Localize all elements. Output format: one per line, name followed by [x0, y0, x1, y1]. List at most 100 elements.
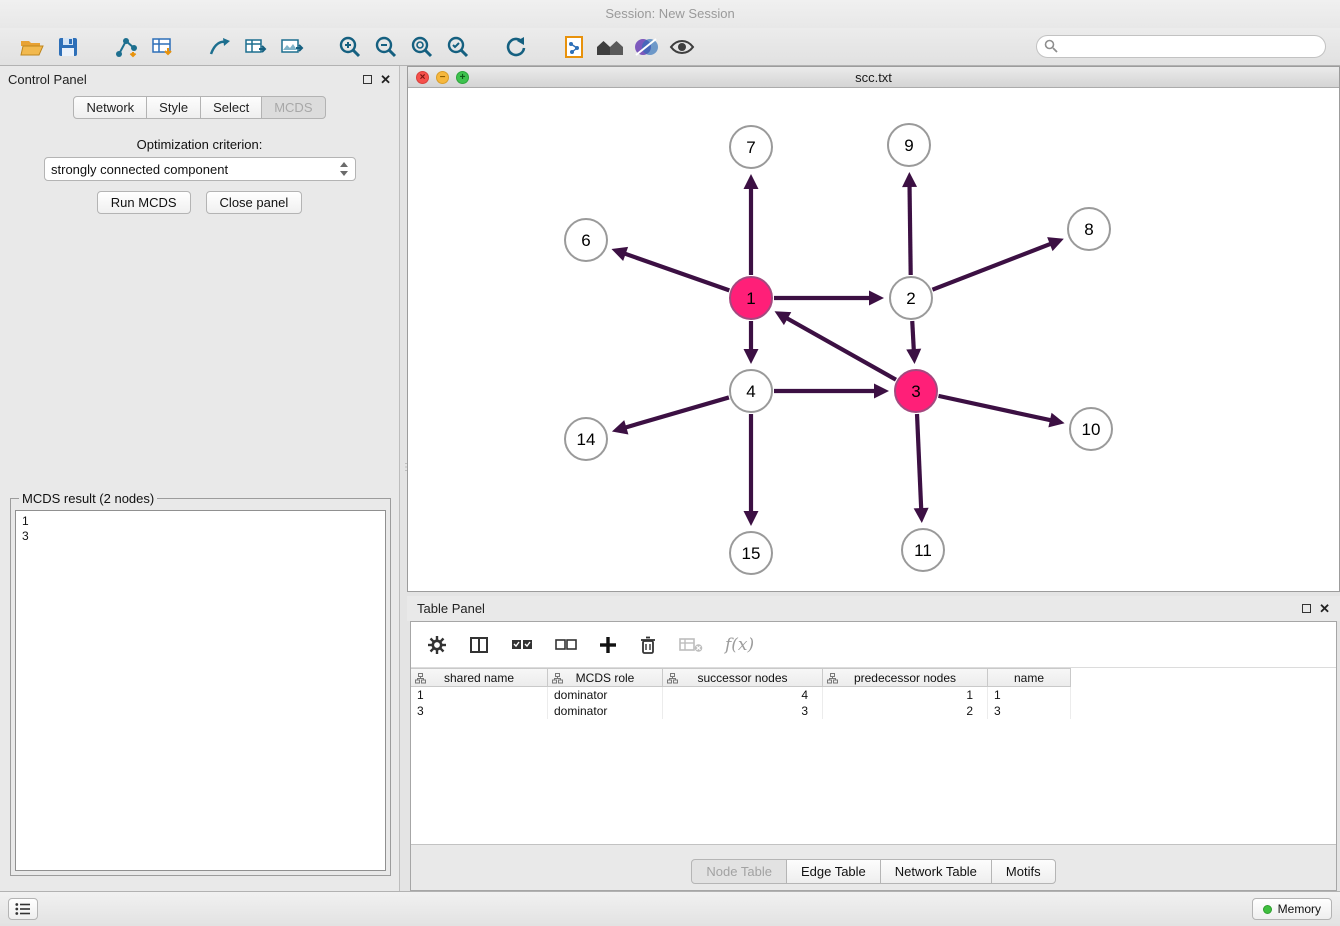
graph-edge-arrowhead: [744, 511, 759, 526]
criterion-dropdown[interactable]: strongly connected component: [44, 157, 356, 181]
unchecked-boxes-icon: [555, 638, 577, 652]
panel-splitter[interactable]: [400, 66, 407, 891]
graph-edge-3-10[interactable]: [938, 396, 1052, 421]
table-row[interactable]: 1 dominator 4 1 1: [411, 687, 1336, 703]
columns-icon: [469, 635, 489, 655]
zoom-in-button[interactable]: [332, 31, 368, 63]
import-table-button[interactable]: [144, 31, 180, 63]
save-session-button[interactable]: [50, 31, 86, 63]
venn-filter-button[interactable]: [628, 31, 664, 63]
graph-node-label: 7: [746, 138, 755, 157]
tab-motifs[interactable]: Motifs: [991, 859, 1056, 884]
zoom-out-button[interactable]: [368, 31, 404, 63]
deselect-all-columns-button[interactable]: [555, 630, 577, 660]
graph-node-label: 1: [746, 289, 755, 308]
float-panel-icon[interactable]: [363, 75, 372, 84]
zoom-fit-button[interactable]: [404, 31, 440, 63]
graph-edge-2-3[interactable]: [912, 321, 914, 352]
cell-successor-nodes: 4: [663, 687, 823, 703]
control-panel-tabs: Network Style Select MCDS: [0, 96, 399, 119]
share-arrow-icon: [207, 35, 233, 59]
new-network-from-selection-button[interactable]: [556, 31, 592, 63]
table-header-row: shared name MCDS role successor nodes pr…: [411, 668, 1336, 687]
column-header-successor-nodes[interactable]: successor nodes: [663, 668, 823, 687]
memory-label: Memory: [1278, 902, 1321, 916]
network-canvas[interactable]: 1234678910111415: [408, 88, 1339, 591]
function-builder-button: f(x): [725, 635, 754, 655]
zoom-selected-button[interactable]: [440, 31, 476, 63]
table-settings-button[interactable]: [427, 630, 447, 660]
graph-edge-4-14[interactable]: [623, 397, 728, 428]
tab-mcds[interactable]: MCDS: [261, 96, 325, 119]
mcds-result-list[interactable]: 1 3: [15, 510, 386, 871]
table-toolbar: f(x): [411, 622, 1336, 668]
graph-edge-3-1[interactable]: [785, 317, 896, 380]
column-header-shared-name[interactable]: shared name: [411, 668, 548, 687]
cell-shared-name: 1: [411, 687, 548, 703]
mcds-buttons-row: Run MCDS Close panel: [0, 191, 399, 214]
cell-predecessor-nodes: 1: [823, 687, 988, 703]
float-panel-icon[interactable]: [1302, 604, 1311, 613]
column-label: MCDS role: [576, 671, 635, 685]
export-image-button[interactable]: [274, 31, 310, 63]
graph-edge-arrowhead: [874, 384, 889, 399]
delete-column-button[interactable]: [639, 630, 657, 660]
close-panel-icon[interactable]: ✕: [380, 73, 391, 86]
network-graph[interactable]: 1234678910111415: [408, 88, 1339, 591]
task-history-button[interactable]: [8, 898, 38, 920]
column-header-predecessor-nodes[interactable]: predecessor nodes: [823, 668, 988, 687]
sort-icon: [415, 673, 426, 684]
mcds-result-line: 1: [22, 514, 379, 529]
graph-edge-3-11[interactable]: [917, 414, 921, 511]
cell-shared-name: 3: [411, 703, 548, 719]
home-button[interactable]: [592, 31, 628, 63]
column-label: predecessor nodes: [854, 671, 956, 685]
tab-node-table[interactable]: Node Table: [691, 859, 787, 884]
venn-icon: [632, 35, 660, 59]
sort-icon: [552, 673, 563, 684]
graph-edge-arrowhead: [869, 291, 884, 306]
export-table-button[interactable]: [238, 31, 274, 63]
graph-edge-2-9[interactable]: [910, 184, 911, 275]
tab-network-table[interactable]: Network Table: [880, 859, 992, 884]
close-panel-button[interactable]: Close panel: [206, 191, 303, 214]
graph-edge-1-6[interactable]: [623, 253, 730, 290]
column-header-mcds-role[interactable]: MCDS role: [548, 668, 663, 687]
column-label: name: [1014, 671, 1044, 685]
show-graphics-details-button[interactable]: [664, 31, 700, 63]
toolbar-separator: [476, 46, 498, 47]
open-session-button[interactable]: [14, 31, 50, 63]
close-panel-icon[interactable]: ✕: [1319, 602, 1330, 615]
cell-name: 1: [988, 687, 1071, 703]
tab-network[interactable]: Network: [73, 96, 147, 119]
run-mcds-button[interactable]: Run MCDS: [97, 191, 191, 214]
zoom-window-button[interactable]: +: [456, 71, 469, 84]
dropdown-stepper-icon: [339, 161, 349, 177]
toolbar-separator: [86, 46, 108, 47]
memory-button[interactable]: Memory: [1252, 898, 1332, 920]
minimize-window-button[interactable]: −: [436, 71, 449, 84]
close-window-button[interactable]: ×: [416, 71, 429, 84]
column-header-name[interactable]: name: [988, 668, 1071, 687]
graph-edge-arrowhead: [612, 420, 628, 434]
import-network-button[interactable]: [108, 31, 144, 63]
create-column-button[interactable]: [599, 630, 617, 660]
graph-node-label: 2: [906, 289, 915, 308]
gear-icon: [427, 635, 447, 655]
eye-icon: [668, 35, 696, 59]
graph-edge-2-8[interactable]: [932, 243, 1052, 290]
graph-node-label: 10: [1082, 420, 1101, 439]
table-panel-content: f(x) shared name MCDS role successor nod…: [410, 621, 1337, 891]
graph-node-label: 4: [746, 382, 755, 401]
table-row[interactable]: 3 dominator 3 2 3: [411, 703, 1336, 719]
tab-select[interactable]: Select: [200, 96, 262, 119]
share-network-button[interactable]: [202, 31, 238, 63]
show-column-button[interactable]: [469, 630, 489, 660]
apply-layout-button[interactable]: [498, 31, 534, 63]
sort-icon: [827, 673, 838, 684]
tab-edge-table[interactable]: Edge Table: [786, 859, 881, 884]
tab-style[interactable]: Style: [146, 96, 201, 119]
search-input[interactable]: [1036, 35, 1326, 58]
select-all-columns-button[interactable]: [511, 630, 533, 660]
table-panel-title: Table Panel: [417, 601, 485, 616]
